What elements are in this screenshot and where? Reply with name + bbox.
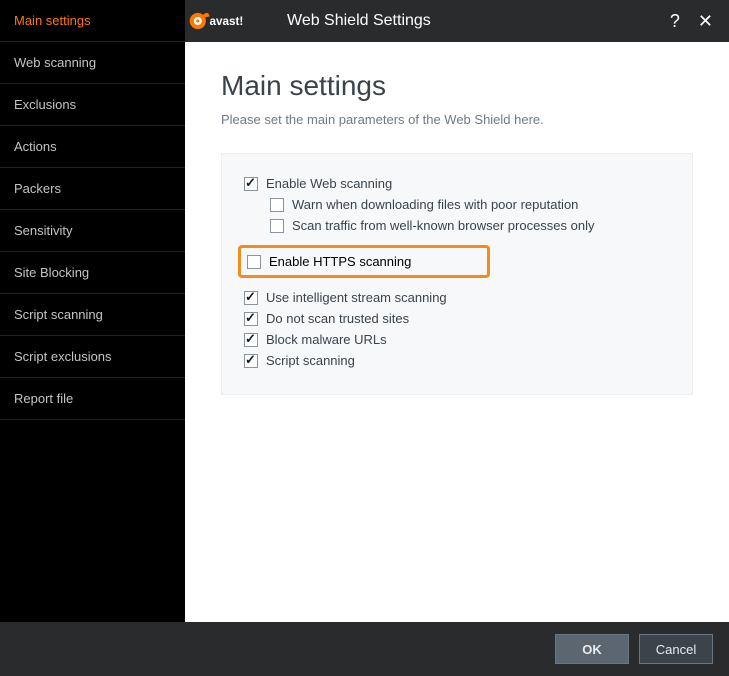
option-no-scan-trusted[interactable]: Do not scan trusted sites bbox=[244, 309, 678, 328]
option-enable-web-scanning[interactable]: Enable Web scanning bbox=[244, 174, 678, 193]
checkbox-enable-https[interactable] bbox=[247, 255, 261, 269]
sidebar-item-label: Sensitivity bbox=[14, 223, 73, 238]
option-scan-known-browser[interactable]: Scan traffic from well-known browser pro… bbox=[270, 216, 678, 235]
main-area: avast! Web Shield Settings ? ✕ Main sett… bbox=[185, 0, 729, 622]
cancel-button[interactable]: Cancel bbox=[639, 634, 713, 664]
option-label: Warn when downloading files with poor re… bbox=[292, 197, 578, 212]
close-button[interactable]: ✕ bbox=[692, 10, 719, 32]
highlight-enable-https: Enable HTTPS scanning bbox=[238, 245, 490, 278]
ok-button-label: OK bbox=[582, 642, 602, 657]
option-label: Enable Web scanning bbox=[266, 176, 392, 191]
sidebar-item-script-exclusions[interactable]: Script exclusions bbox=[0, 336, 185, 378]
page-title: Main settings bbox=[221, 70, 693, 102]
option-script-scanning[interactable]: Script scanning bbox=[244, 351, 678, 370]
checkbox-script-scanning[interactable] bbox=[244, 354, 258, 368]
sidebar-item-site-blocking[interactable]: Site Blocking bbox=[0, 252, 185, 294]
option-label: Enable HTTPS scanning bbox=[269, 254, 411, 269]
sidebar-item-label: Main settings bbox=[14, 13, 91, 28]
checkbox-scan-known-browser[interactable] bbox=[270, 219, 284, 233]
checkbox-intelligent-stream[interactable] bbox=[244, 291, 258, 305]
sidebar-item-label: Script scanning bbox=[14, 307, 103, 322]
sidebar-item-label: Script exclusions bbox=[14, 349, 112, 364]
option-warn-poor-reputation[interactable]: Warn when downloading files with poor re… bbox=[270, 195, 678, 214]
sidebar-item-main-settings[interactable]: Main settings bbox=[0, 0, 185, 42]
option-label: Scan traffic from well-known browser pro… bbox=[292, 218, 595, 233]
option-block-malware-urls[interactable]: Block malware URLs bbox=[244, 330, 678, 349]
sidebar-item-web-scanning[interactable]: Web scanning bbox=[0, 42, 185, 84]
footer: OK Cancel bbox=[0, 622, 729, 676]
option-label: Script scanning bbox=[266, 353, 355, 368]
titlebar: avast! Web Shield Settings ? ✕ bbox=[185, 0, 729, 42]
settings-panel: Enable Web scanning Warn when downloadin… bbox=[221, 153, 693, 395]
checkbox-enable-web-scanning[interactable] bbox=[244, 177, 258, 191]
option-label: Do not scan trusted sites bbox=[266, 311, 409, 326]
ok-button[interactable]: OK bbox=[555, 634, 629, 664]
option-intelligent-stream[interactable]: Use intelligent stream scanning bbox=[244, 288, 678, 307]
sidebar-item-label: Web scanning bbox=[14, 55, 96, 70]
sidebar-item-packers[interactable]: Packers bbox=[0, 168, 185, 210]
sidebar-item-sensitivity[interactable]: Sensitivity bbox=[0, 210, 185, 252]
option-label: Block malware URLs bbox=[266, 332, 387, 347]
checkbox-block-malware-urls[interactable] bbox=[244, 333, 258, 347]
window-title: Web Shield Settings bbox=[287, 12, 431, 30]
svg-text:avast!: avast! bbox=[210, 15, 244, 28]
checkbox-no-scan-trusted[interactable] bbox=[244, 312, 258, 326]
sidebar-item-label: Report file bbox=[14, 391, 73, 406]
sidebar-item-report-file[interactable]: Report file bbox=[0, 378, 185, 420]
checkbox-warn-poor-reputation[interactable] bbox=[270, 198, 284, 212]
sidebar: Main settings Web scanning Exclusions Ac… bbox=[0, 0, 185, 622]
sidebar-item-exclusions[interactable]: Exclusions bbox=[0, 84, 185, 126]
avast-logo: avast! bbox=[187, 4, 277, 38]
sidebar-item-script-scanning[interactable]: Script scanning bbox=[0, 294, 185, 336]
cancel-button-label: Cancel bbox=[656, 642, 696, 657]
page-subtitle: Please set the main parameters of the We… bbox=[221, 112, 693, 127]
help-button[interactable]: ? bbox=[664, 10, 686, 32]
option-label: Use intelligent stream scanning bbox=[266, 290, 447, 305]
sidebar-item-label: Packers bbox=[14, 181, 61, 196]
sidebar-item-label: Exclusions bbox=[14, 97, 76, 112]
sidebar-item-actions[interactable]: Actions bbox=[0, 126, 185, 168]
sidebar-item-label: Site Blocking bbox=[14, 265, 89, 280]
sidebar-item-label: Actions bbox=[14, 139, 57, 154]
content: Main settings Please set the main parame… bbox=[185, 42, 729, 622]
